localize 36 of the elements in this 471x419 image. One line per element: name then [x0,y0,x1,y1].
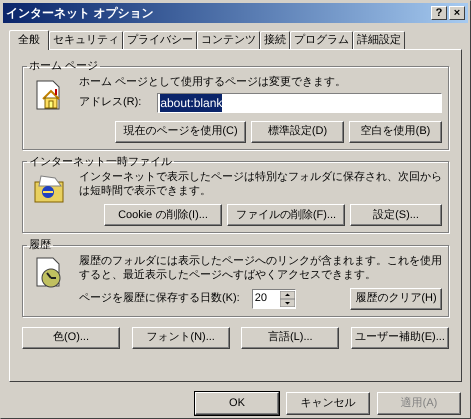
group-title: 履歴 [28,238,52,253]
button[interactable]: 設定(S)... [350,204,442,226]
description-text: ホーム ページとして使用するページは変更できます。 [79,74,348,88]
button[interactable]: 空白を使用(B) [349,120,442,142]
button[interactable]: 現在のページを使用(C) [115,120,246,142]
tab[interactable]: プライバシー [123,31,197,49]
group-title: インターネット一時ファイル [28,154,173,170]
tab[interactable]: セキュリティ [49,31,123,49]
button[interactable]: フォント(N)... [132,326,230,348]
button[interactable]: Cookie の削除(I)... [104,204,222,226]
days-label: ページを履歴に保存する日数(K): [79,291,240,306]
button[interactable]: OK [195,392,279,415]
tab[interactable]: 接続 [260,31,290,49]
button[interactable]: 標準設定(D) [251,120,344,142]
button[interactable]: 色(O)... [22,326,120,348]
description-text: 履歴のフォルダには表示したページへのリンクが含まれます。これを使用すると、最近表示したページへすばやくアクセスできます。 [79,254,442,282]
tab[interactable]: 全般 [9,30,49,50]
tab[interactable]: 詳細設定 [353,31,405,49]
address-value: about:blank [160,94,222,112]
tab[interactable]: プログラム [290,31,353,49]
days-spinner[interactable]: 20 [252,288,296,308]
tab[interactable]: コンテンツ [197,31,260,49]
button[interactable]: ユーザー補助(E)... [350,326,449,348]
button[interactable]: 履歴のクリア(H) [350,288,442,310]
title-bar-button[interactable]: × [449,6,465,20]
address-label: アドレス(R): [79,95,142,110]
button[interactable]: キャンセル [286,392,370,415]
group-title: ホーム ページ [28,59,100,74]
address-field[interactable]: about:blank [157,92,442,112]
button[interactable]: 言語(L)... [241,326,340,348]
window-title: インターネット オプション [6,5,154,22]
spinner-arrows-icon [280,290,295,306]
days-value: 20 [254,291,268,306]
title-bar-button[interactable]: ? [431,6,447,20]
description-text: インターネットで表示したページは特別なフォルダに保存され、次回からは短時間で表示できます。 [79,170,442,198]
button[interactable]: ファイルの削除(F)... [227,204,345,226]
